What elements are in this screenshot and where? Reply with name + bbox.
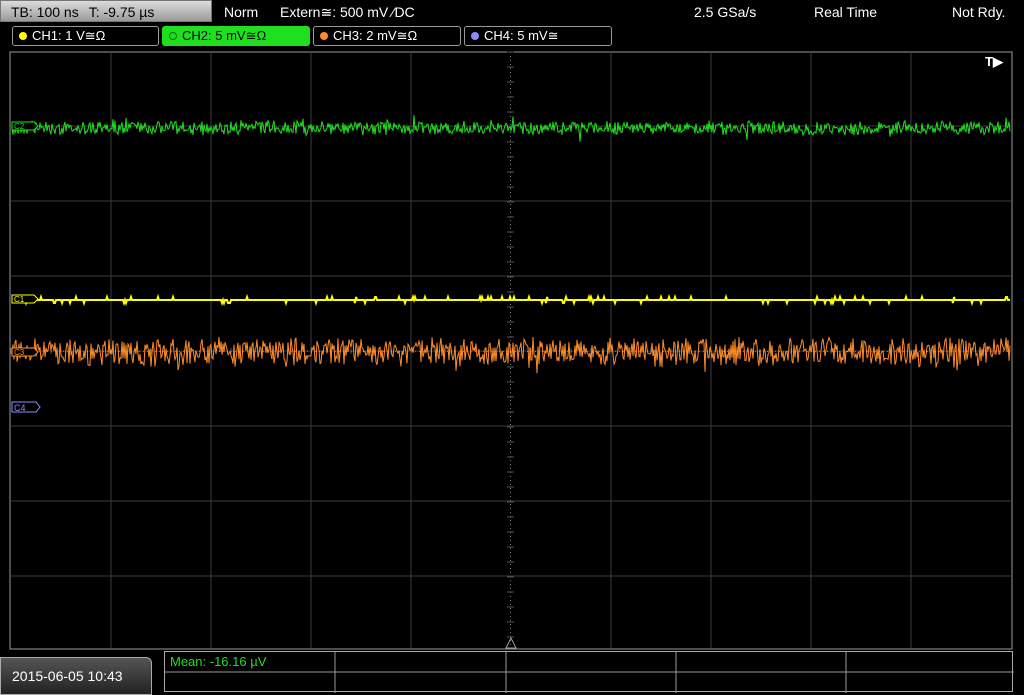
date-time-text: 2015-06-05 10:43 — [12, 668, 123, 684]
trigger-mode-label[interactable]: Norm — [224, 3, 258, 21]
mean-measurement: Mean: -16.16 µV — [170, 654, 267, 669]
sample-rate-label: 2.5 GSa/s — [694, 4, 757, 20]
ch1-label: CH1: 1 V≅Ω — [32, 28, 106, 43]
date-time-display: 2015-06-05 10:43 — [0, 657, 152, 695]
ch3-offset-marker[interactable]: C3 — [11, 347, 39, 357]
ch2-marker-text: C2 — [14, 122, 25, 131]
ch3-marker-text: C3 — [14, 348, 25, 357]
ch2-indicator-icon — [169, 32, 177, 40]
ch4-label: CH4: 5 mV≅ — [484, 28, 559, 43]
acquisition-state-label: Not Rdy. — [952, 4, 1006, 20]
timebase-label: TB: 100 ns — [11, 4, 79, 20]
tab-ch4[interactable]: CH4: 5 mV≅ — [464, 26, 612, 46]
ch4-indicator-icon — [471, 32, 479, 40]
graticule: C1 C2 C3 C4 T▶ — [9, 51, 1013, 650]
trigger-source-label[interactable]: Extern≅: 500 mV ⁄DC — [280, 3, 415, 21]
waveform-display[interactable]: C1 C2 C3 C4 T▶ — [0, 50, 1024, 650]
ch1-marker-text: C1 — [14, 295, 25, 304]
trigger-time-label: T: -9.75 µs — [88, 4, 155, 20]
channel-tabs: CH1: 1 V≅Ω CH2: 5 mV≅Ω CH3: 2 mV≅Ω CH4: … — [0, 26, 1024, 48]
ch1-offset-marker[interactable]: C1 — [11, 294, 39, 304]
ch2-offset-marker[interactable]: C2 — [11, 121, 39, 131]
tab-ch3[interactable]: CH3: 2 mV≅Ω — [313, 26, 461, 46]
tab-ch1[interactable]: CH1: 1 V≅Ω — [12, 26, 159, 46]
ch2-label: CH2: 5 mV≅Ω — [182, 28, 267, 43]
ch4-offset-marker[interactable]: C4 — [11, 401, 41, 413]
ch3-label: CH3: 2 mV≅Ω — [333, 28, 418, 43]
trigger-position-icon[interactable]: T▶ — [985, 54, 1004, 69]
status-bar: TB: 100 ns T: -9.75 µs Norm Extern≅: 500 … — [0, 0, 1024, 24]
measurement-grid — [165, 652, 1014, 693]
tab-ch2[interactable]: CH2: 5 mV≅Ω — [162, 26, 310, 46]
measurement-panel[interactable]: Mean: -16.16 µV — [164, 651, 1014, 693]
ch3-indicator-icon — [320, 32, 328, 40]
timebase-box[interactable]: TB: 100 ns T: -9.75 µs — [0, 0, 212, 22]
acquisition-mode-label: Real Time — [814, 4, 878, 20]
ch4-marker-text: C4 — [14, 403, 26, 413]
ch1-indicator-icon — [19, 32, 27, 40]
